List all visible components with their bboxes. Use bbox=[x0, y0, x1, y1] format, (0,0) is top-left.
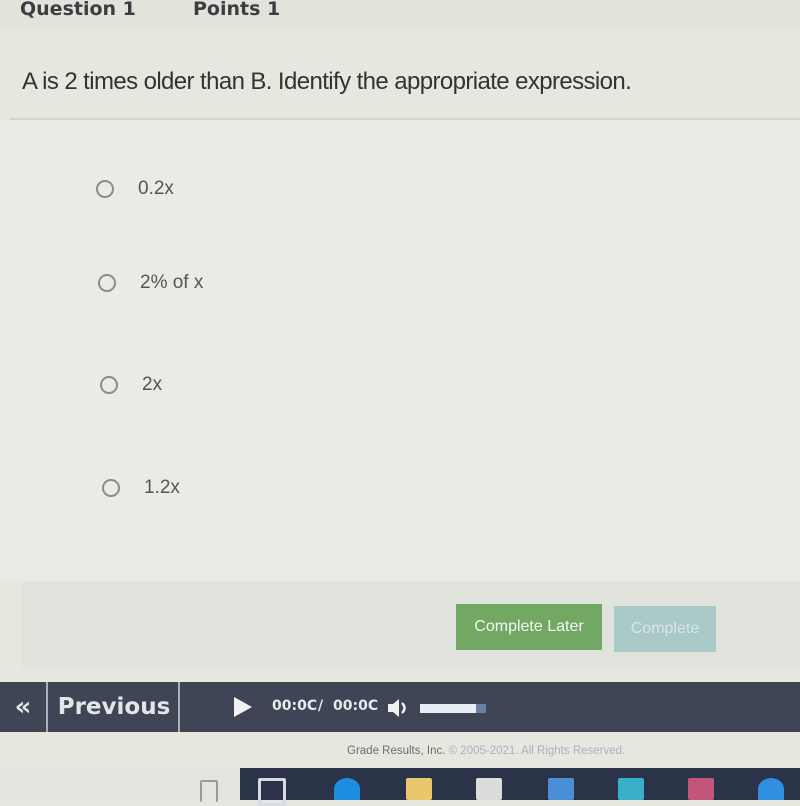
option-1-2x[interactable]: 1.2x bbox=[102, 477, 180, 499]
complete-later-button[interactable]: Complete Later bbox=[456, 604, 602, 650]
app-icon-2[interactable] bbox=[618, 778, 644, 800]
question-text: A is 2 times older than B. Identify the … bbox=[22, 68, 632, 95]
double-chevron-left-icon: « bbox=[14, 692, 32, 722]
radio-button[interactable] bbox=[102, 479, 120, 497]
play-icon[interactable] bbox=[234, 697, 252, 717]
radio-button[interactable] bbox=[98, 274, 116, 292]
copyright-footer: Grade Results, Inc. © 2005-2021. All Rig… bbox=[347, 745, 625, 757]
option-label: 2% of x bbox=[140, 272, 204, 293]
task-view-icon[interactable] bbox=[258, 778, 286, 806]
points-label: Points 1 bbox=[193, 0, 281, 20]
option-2x[interactable]: 2x bbox=[100, 374, 162, 396]
option-label: 1.2x bbox=[144, 477, 180, 498]
volume-level bbox=[420, 704, 477, 713]
previous-button[interactable]: Previous bbox=[50, 682, 180, 732]
option-2-percent-of-x[interactable]: 2% of x bbox=[98, 272, 203, 294]
volume-icon[interactable] bbox=[386, 696, 412, 720]
option-label: 2x bbox=[142, 374, 163, 395]
question-header: Question 1 Points 1 bbox=[0, 0, 800, 30]
question-number: Question 1 bbox=[20, 0, 136, 20]
first-question-button[interactable]: « bbox=[0, 682, 48, 732]
current-time: 00:0C bbox=[272, 698, 318, 714]
edge-icon[interactable] bbox=[334, 778, 360, 800]
total-time: 00:0C bbox=[333, 698, 379, 714]
store-icon[interactable] bbox=[476, 778, 502, 800]
app-icon[interactable] bbox=[548, 778, 574, 800]
windows-taskbar bbox=[240, 768, 800, 800]
phone-icon[interactable] bbox=[200, 780, 218, 802]
volume-slider[interactable] bbox=[420, 704, 486, 713]
company-name: Grade Results, Inc. bbox=[347, 745, 446, 757]
option-0-2x[interactable]: 0.2x bbox=[96, 178, 174, 200]
time-separator: / bbox=[318, 698, 324, 714]
complete-button[interactable]: Complete bbox=[614, 606, 716, 652]
radio-button[interactable] bbox=[100, 376, 118, 394]
app-icon-3[interactable] bbox=[688, 778, 714, 800]
app-icon-4[interactable] bbox=[758, 778, 784, 800]
copyright-text: © 2005-2021. All Rights Reserved. bbox=[448, 745, 626, 757]
option-label: 0.2x bbox=[138, 178, 174, 199]
file-explorer-icon[interactable] bbox=[406, 778, 432, 800]
radio-button[interactable] bbox=[96, 180, 114, 198]
